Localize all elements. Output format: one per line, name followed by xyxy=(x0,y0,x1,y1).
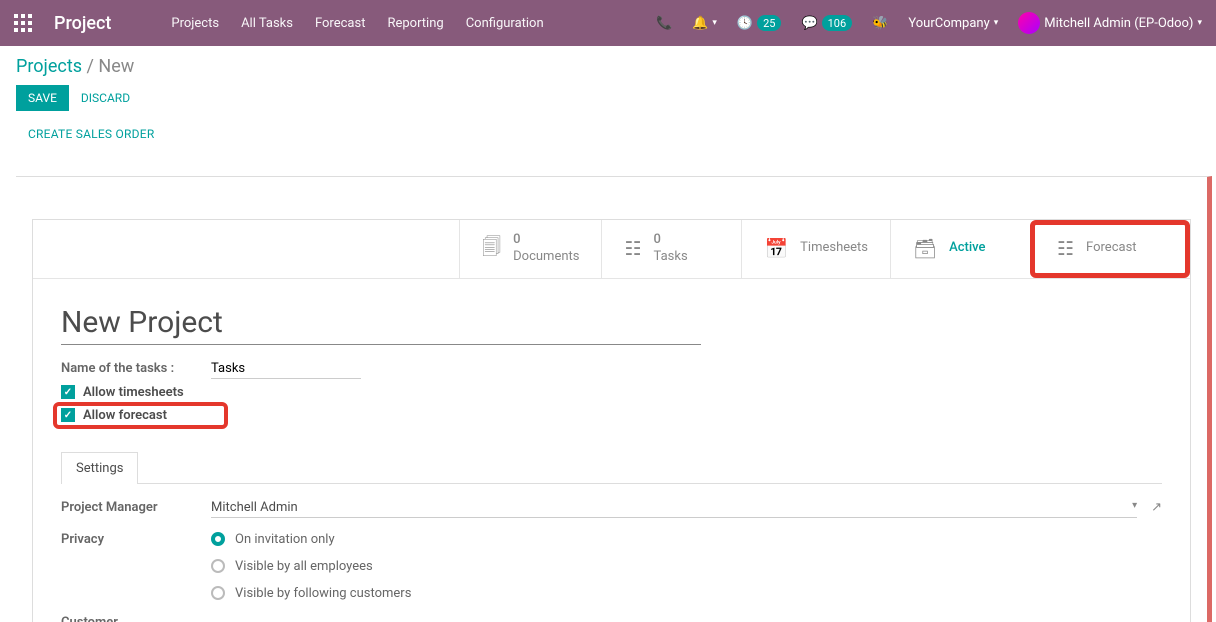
stat-active[interactable]: 🗃 Active xyxy=(890,220,1030,278)
documents-icon: 🗐 xyxy=(482,233,501,265)
privacy-opt-customers[interactable]: Visible by following customers xyxy=(211,586,411,601)
checkbox-checked-icon: ✓ xyxy=(61,385,75,399)
company-switcher[interactable]: YourCompany ▾ xyxy=(908,16,998,31)
stat-documents[interactable]: 🗐 0Documents xyxy=(459,220,601,278)
create-sales-order-button[interactable]: CREATE SALES ORDER xyxy=(16,125,1200,141)
tasks-name-input[interactable] xyxy=(211,359,361,379)
stat-timesheets[interactable]: 📅 Timesheets xyxy=(741,220,890,278)
project-name-input[interactable] xyxy=(61,299,701,345)
topnav: Project Projects All Tasks Forecast Repo… xyxy=(0,0,1216,46)
checkbox-checked-icon: ✓ xyxy=(61,408,75,422)
main-menu: Projects All Tasks Forecast Reporting Co… xyxy=(171,16,656,31)
bell-icon[interactable]: 🔔▾ xyxy=(692,16,717,31)
brand[interactable]: Project xyxy=(54,13,111,34)
user-menu[interactable]: Mitchell Admin (EP-Odoo) ▾ xyxy=(1018,12,1202,34)
menu-projects[interactable]: Projects xyxy=(171,16,219,31)
bug-icon[interactable]: 🐝 xyxy=(872,16,888,31)
forecast-icon: ☷ xyxy=(1057,237,1074,260)
stat-buttons: 🗐 0Documents ☷ 0Tasks 📅 Timesheets 🗃 Act… xyxy=(33,220,1190,279)
radio-checked-icon xyxy=(211,532,225,546)
breadcrumb-root[interactable]: Projects xyxy=(16,56,82,77)
menu-configuration[interactable]: Configuration xyxy=(466,16,544,31)
customer-label: Customer xyxy=(61,615,211,622)
menu-reporting[interactable]: Reporting xyxy=(387,16,443,31)
tasks-name-label: Name of the tasks : xyxy=(61,361,211,376)
allow-timesheets-row[interactable]: ✓ Allow timesheets xyxy=(61,385,1162,400)
privacy-radio-group: On invitation only Visible by all employ… xyxy=(211,532,411,601)
discuss-icon[interactable]: 💬106 xyxy=(801,15,852,31)
radio-unchecked-icon xyxy=(211,559,225,573)
pm-input[interactable]: Mitchell Admin▾ xyxy=(211,498,1137,518)
notebook-tabs: Settings xyxy=(61,451,1162,484)
activities-badge: 25 xyxy=(757,15,781,31)
allow-forecast-row[interactable]: ✓ Allow forecast xyxy=(53,402,228,429)
pm-label: Project Manager xyxy=(61,500,211,515)
tasks-icon: ☷ xyxy=(624,237,641,260)
apps-icon[interactable] xyxy=(14,14,32,32)
external-link-icon[interactable]: ↗ xyxy=(1151,500,1162,515)
stat-forecast[interactable]: ☷ Forecast xyxy=(1030,220,1190,278)
caret-down-icon: ▾ xyxy=(1132,500,1137,511)
form-sheet: 🗐 0Documents ☷ 0Tasks 📅 Timesheets 🗃 Act… xyxy=(32,219,1191,622)
menu-all-tasks[interactable]: All Tasks xyxy=(241,16,293,31)
privacy-opt-invitation[interactable]: On invitation only xyxy=(211,532,411,547)
phone-icon[interactable]: 📞 xyxy=(656,16,672,31)
discard-button[interactable]: DISCARD xyxy=(81,91,130,105)
breadcrumb-current: New xyxy=(98,56,134,77)
radio-unchecked-icon xyxy=(211,586,225,600)
save-button[interactable]: SAVE xyxy=(16,85,69,111)
breadcrumb: Projects / New xyxy=(16,56,1200,77)
avatar xyxy=(1018,12,1040,34)
discuss-badge: 106 xyxy=(822,15,853,31)
archive-icon: 🗃 xyxy=(913,237,937,260)
stat-tasks[interactable]: ☷ 0Tasks xyxy=(601,220,741,278)
privacy-opt-employees[interactable]: Visible by all employees xyxy=(211,559,411,574)
privacy-label: Privacy xyxy=(61,532,211,547)
calendar-icon: 📅 xyxy=(764,237,788,260)
activities-icon[interactable]: 🕓25 xyxy=(737,15,782,31)
menu-forecast[interactable]: Forecast xyxy=(315,16,365,31)
tab-settings[interactable]: Settings xyxy=(61,452,138,484)
